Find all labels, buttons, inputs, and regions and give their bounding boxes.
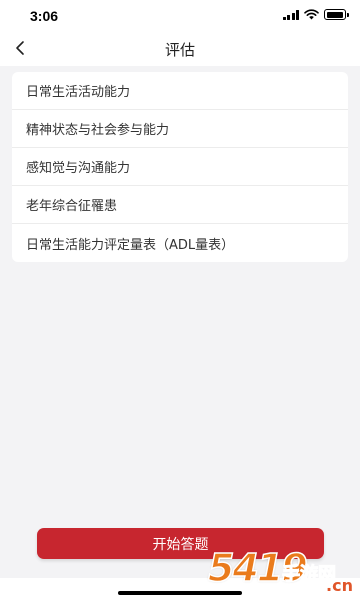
status-bar: 3:06 bbox=[0, 0, 360, 30]
assessment-item-label: 感知觉与沟通能力 bbox=[26, 161, 131, 176]
signal-icon bbox=[282, 9, 299, 20]
assessment-item-label: 精神状态与社会参与能力 bbox=[26, 123, 170, 138]
battery-icon bbox=[324, 9, 349, 20]
status-time: 3:06 bbox=[30, 8, 59, 24]
watermark-domain: .cn bbox=[326, 576, 353, 595]
nav-bar: 评估 bbox=[0, 30, 360, 66]
assessment-item-daily-activities[interactable]: 日常生活活动能力 bbox=[12, 72, 348, 110]
assessment-item-perception-communication[interactable]: 感知觉与沟通能力 bbox=[12, 148, 348, 186]
assessment-item-label: 日常生活活动能力 bbox=[26, 85, 131, 100]
assessment-item-mental-social[interactable]: 精神状态与社会参与能力 bbox=[12, 110, 348, 148]
assessment-item-label: 老年综合征罹患 bbox=[26, 199, 118, 214]
page-title: 评估 bbox=[164, 41, 195, 59]
watermark-logo: 5419 手游网 .cn bbox=[207, 545, 358, 598]
wifi-icon bbox=[304, 9, 319, 20]
assessment-item-geriatric-syndrome[interactable]: 老年综合征罹患 bbox=[12, 186, 348, 224]
assessment-item-label: 日常生活能力评定量表（ADL量表） bbox=[26, 237, 235, 253]
status-icons bbox=[282, 9, 349, 20]
assessment-item-adl-scale[interactable]: 日常生活能力评定量表（ADL量表） bbox=[12, 224, 348, 262]
assessment-list: 日常生活活动能力 精神状态与社会参与能力 感知觉与沟通能力 老年综合征罹患 日常… bbox=[12, 72, 348, 262]
